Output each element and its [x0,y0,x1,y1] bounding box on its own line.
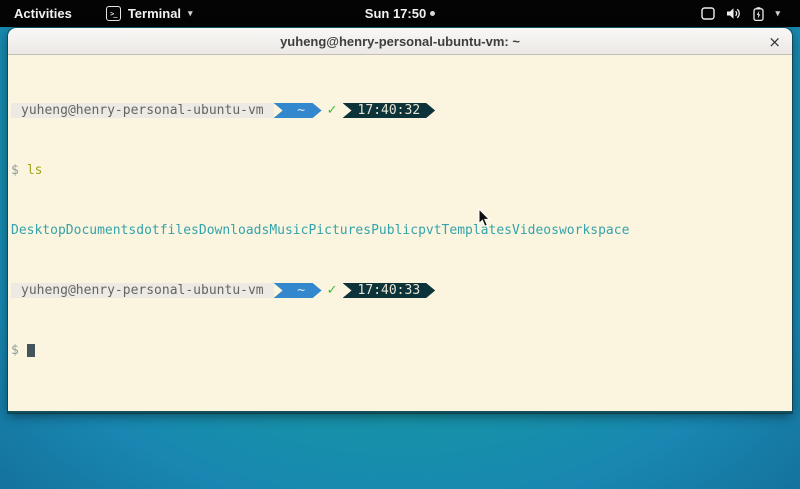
system-status-menu[interactable]: ▾ [701,0,800,27]
shell-prompt-line: yuheng@henry-personal-ubuntu-vm ~ ✓ 17:4… [11,103,790,118]
chevron-down-icon: ▾ [188,8,193,19]
prompt-path-segment: ~ [274,103,322,118]
ls-output-line: Desktop Documents dotfiles Downloads Mus… [11,223,790,238]
close-button[interactable]: × [768,28,781,55]
battery-icon [753,7,764,21]
terminal-window: yuheng@henry-personal-ubuntu-vm: ~ × yuh… [8,28,792,413]
terminal-icon: >_ [106,6,121,21]
command-text: ls [27,163,43,178]
terminal-content[interactable]: yuheng@henry-personal-ubuntu-vm ~ ✓ 17:4… [8,55,792,411]
shell-prompt-line: yuheng@henry-personal-ubuntu-vm ~ ✓ 17:4… [11,283,790,298]
directory-name: Templates [442,223,512,238]
activities-button[interactable]: Activities [0,0,86,27]
terminal-cursor [27,344,35,357]
command-line: $ ls [11,163,790,178]
mouse-cursor [478,208,492,229]
directory-name: Documents [66,223,136,238]
app-menu-terminal[interactable]: >_ Terminal ▾ [98,0,201,27]
directory-name: Music [269,223,308,238]
directory-name: Downloads [199,223,269,238]
prompt-path-segment: ~ [274,283,322,298]
prompt-user-segment: yuheng@henry-personal-ubuntu-vm [11,283,274,298]
clock-label: Sun 17:50 [365,6,426,21]
top-bar: Activities >_ Terminal ▾ Sun 17:50 [0,0,800,27]
clock-button[interactable]: Sun 17:50 [365,6,435,21]
directory-name: Pictures [308,223,371,238]
status-check-icon: ✓ [327,103,338,118]
directory-name: Desktop [11,223,66,238]
chevron-down-icon: ▾ [775,8,780,19]
current-prompt-line: $ [11,343,790,358]
directory-name: dotfiles [136,223,199,238]
app-menu-label: Terminal [128,6,181,21]
status-check-icon: ✓ [327,283,338,298]
notification-dot-icon [430,11,435,16]
directory-name: pvt [418,223,441,238]
screen-icon [701,7,715,20]
prompt-char: $ [11,163,19,178]
directory-name: Videos [512,223,559,238]
directory-name: workspace [559,223,629,238]
window-title: yuheng@henry-personal-ubuntu-vm: ~ [280,34,520,49]
prompt-char: $ [11,343,19,358]
prompt-time-segment: 17:40:32 [343,103,436,118]
volume-icon [726,7,742,20]
titlebar[interactable]: yuheng@henry-personal-ubuntu-vm: ~ × [8,28,792,55]
prompt-time-segment: 17:40:33 [343,283,436,298]
prompt-user-segment: yuheng@henry-personal-ubuntu-vm [11,103,274,118]
directory-name: Public [371,223,418,238]
